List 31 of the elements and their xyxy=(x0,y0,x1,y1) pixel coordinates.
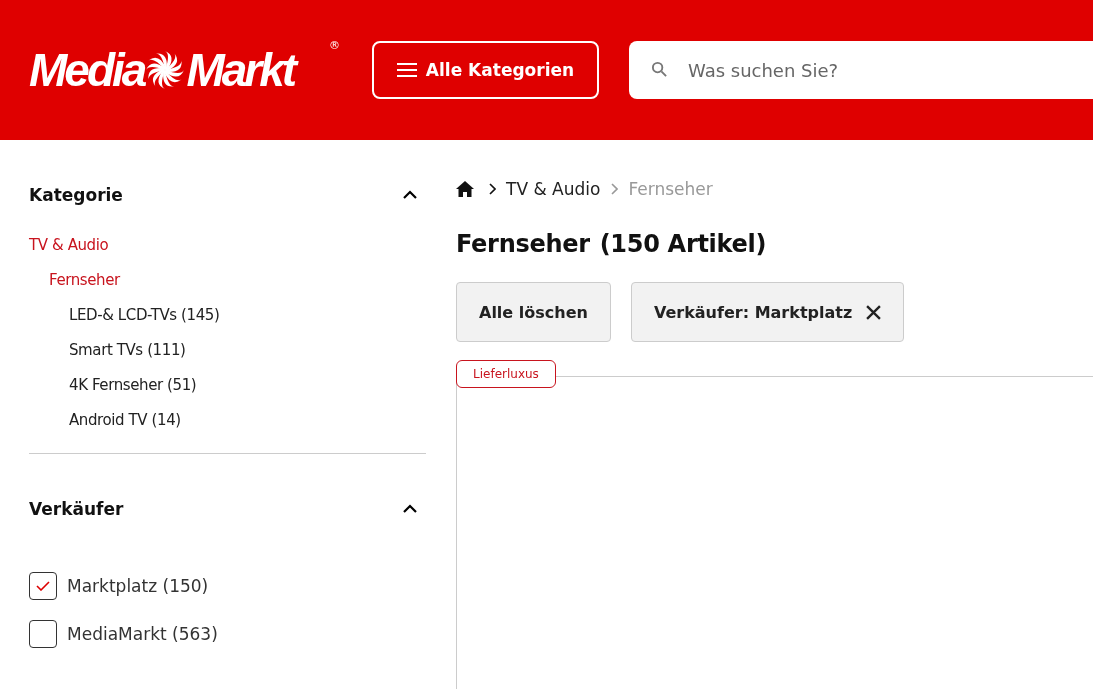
product-tag: Lieferluxus xyxy=(456,360,556,388)
home-icon[interactable] xyxy=(456,181,474,197)
logo-text: Media xyxy=(29,43,145,97)
logo-text: Markt xyxy=(186,43,295,97)
chevron-icon[interactable] xyxy=(402,504,418,514)
breadcrumb-link[interactable]: TV & Audio xyxy=(506,179,601,199)
checkbox[interactable] xyxy=(29,620,57,648)
close-icon xyxy=(866,304,882,320)
category-link[interactable]: TV & Audio xyxy=(29,234,109,256)
checkbox-label[interactable]: MediaMarkt (563) xyxy=(67,624,218,644)
checkbox[interactable] xyxy=(29,572,57,600)
chevron-right-icon xyxy=(610,183,619,195)
clear-all-button[interactable]: Alle löschen xyxy=(456,282,611,342)
checkbox-label[interactable]: Marktplatz (150) xyxy=(67,576,209,596)
swirl-icon xyxy=(145,50,186,90)
category-link[interactable]: Android TV (14) xyxy=(69,409,181,431)
categories-button[interactable]: Alle Kategorien xyxy=(372,41,599,99)
category-link[interactable]: LED-& LCD-TVs (145) xyxy=(69,304,220,326)
item-count: (150 Artikel) xyxy=(599,230,767,258)
check-icon xyxy=(36,581,50,591)
search-field[interactable]: Was suchen Sie? xyxy=(629,41,1093,99)
section-title: Kategorie xyxy=(29,185,123,205)
menu-icon xyxy=(396,62,417,78)
chevron-icon[interactable] xyxy=(402,190,418,200)
category-link[interactable]: Fernseher xyxy=(49,269,120,291)
category-link[interactable]: Smart TVs (111) xyxy=(69,339,186,361)
section-title: Verkäufer xyxy=(29,499,124,519)
category-link[interactable]: 4K Fernseher (51) xyxy=(69,374,197,396)
chevron-right-icon xyxy=(488,183,496,195)
page-title: Fernseher xyxy=(456,230,590,258)
filter-chip[interactable]: Verkäufer: Marktplatz xyxy=(630,282,905,342)
